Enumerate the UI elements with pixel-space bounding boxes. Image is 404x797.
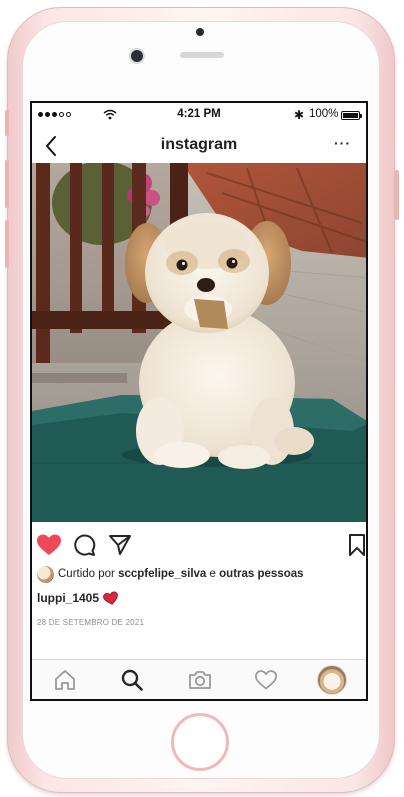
post-username[interactable]: luppi_1405 [37, 591, 99, 605]
page-title: instagram [160, 136, 238, 153]
proximity-sensor [196, 28, 204, 36]
status-bar: 4:21 PM ✱ 100% [32, 103, 366, 127]
dog-photo [32, 163, 366, 522]
liked-by-others[interactable]: outras pessoas [219, 568, 303, 580]
volume-up-button [5, 160, 9, 208]
bottom-tab-bar [32, 659, 366, 699]
battery-icon [341, 111, 362, 120]
home-icon[interactable] [54, 669, 76, 691]
like-heart-icon[interactable] [36, 533, 62, 557]
post-image[interactable] [32, 163, 366, 522]
volume-down-button [5, 220, 9, 268]
comment-icon[interactable] [72, 533, 96, 557]
mute-switch [5, 110, 9, 136]
more-options-button[interactable]: ··· [334, 135, 351, 151]
search-icon[interactable] [121, 669, 143, 691]
liked-by-connector: e [209, 568, 216, 580]
heart-icon [103, 591, 118, 605]
phone-screen: 4:21 PM ✱ 100% instagram ··· Curtido por… [30, 101, 368, 701]
activity-heart-icon[interactable] [255, 669, 277, 691]
liker-avatar[interactable] [37, 565, 54, 583]
share-icon[interactable] [108, 533, 132, 557]
profile-avatar[interactable] [317, 665, 347, 695]
bookmark-icon[interactable] [348, 533, 366, 557]
power-button [395, 170, 399, 220]
liked-by-prefix: Curtido por [58, 568, 115, 580]
liked-by-user[interactable]: sccpfelipe_silva [118, 568, 206, 580]
battery-percent: 100% [309, 108, 339, 120]
earpiece-speaker [180, 52, 224, 58]
app-header: instagram ··· [32, 129, 366, 163]
post-date: 28 DE SETEMBRO DE 2021 [37, 618, 145, 627]
liked-by-line: Curtido por sccpfelipe_silva e outras pe… [37, 563, 366, 585]
camera-icon[interactable] [188, 669, 212, 691]
bluetooth-icon: ✱ [294, 108, 305, 122]
home-button[interactable] [171, 713, 229, 771]
post-actions [32, 533, 366, 563]
post-caption: luppi_1405 [37, 591, 119, 605]
front-camera [131, 50, 143, 62]
